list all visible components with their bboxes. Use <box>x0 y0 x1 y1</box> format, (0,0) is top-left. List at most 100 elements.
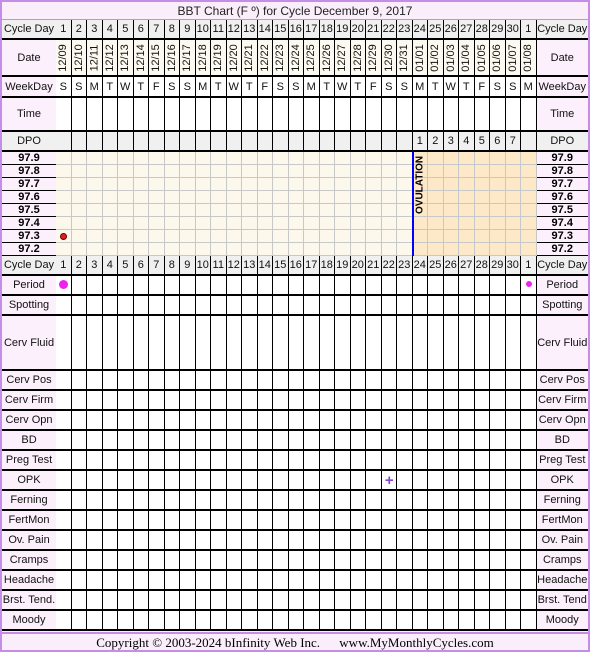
cerv-pos-cell[interactable] <box>335 371 351 391</box>
temp-grid-cell[interactable] <box>273 152 289 165</box>
temp-grid-cell[interactable] <box>211 243 227 256</box>
temp-grid-cell[interactable] <box>366 178 382 191</box>
cerv-opn-cell[interactable] <box>335 411 351 431</box>
temp-grid-cell[interactable] <box>288 152 304 165</box>
temp-grid-cell[interactable] <box>459 152 475 165</box>
time-cell[interactable] <box>459 98 475 132</box>
time-cell[interactable] <box>242 98 258 132</box>
ov-pain-cell[interactable] <box>319 531 335 551</box>
preg-test-cell[interactable] <box>412 451 428 471</box>
bd-cell[interactable] <box>474 431 490 451</box>
temp-grid-cell[interactable] <box>319 217 335 230</box>
cramps-cell[interactable] <box>412 551 428 571</box>
temp-grid-cell[interactable] <box>226 165 242 178</box>
fertmon-cell[interactable] <box>521 511 537 531</box>
temp-grid-cell[interactable] <box>335 178 351 191</box>
cramps-cell[interactable] <box>164 551 180 571</box>
cerv-opn-cell[interactable] <box>71 411 87 431</box>
time-cell[interactable] <box>443 98 459 132</box>
temp-grid-cell[interactable] <box>180 191 196 204</box>
temp-grid-cell[interactable] <box>505 178 521 191</box>
bd-cell[interactable] <box>226 431 242 451</box>
temp-grid-cell[interactable] <box>428 152 444 165</box>
spotting-cell[interactable] <box>180 296 196 316</box>
time-cell[interactable] <box>118 98 134 132</box>
cerv-opn-cell[interactable] <box>257 411 273 431</box>
cerv-firm-cell[interactable] <box>195 391 211 411</box>
temp-grid-cell[interactable] <box>118 152 134 165</box>
moody-cell[interactable] <box>350 611 366 631</box>
cerv-opn-cell[interactable] <box>381 411 397 431</box>
headache-cell[interactable] <box>164 571 180 591</box>
preg-test-cell[interactable] <box>505 451 521 471</box>
spotting-cell[interactable] <box>521 296 537 316</box>
temp-grid-cell[interactable] <box>164 243 180 256</box>
time-cell[interactable] <box>71 98 87 132</box>
cerv-opn-cell[interactable] <box>242 411 258 431</box>
headache-cell[interactable] <box>412 571 428 591</box>
cerv-fluid-cell[interactable] <box>195 316 211 371</box>
opk-cell[interactable] <box>443 471 459 491</box>
temp-grid-cell[interactable] <box>521 243 537 256</box>
cerv-fluid-cell[interactable] <box>459 316 475 371</box>
temp-grid-cell[interactable] <box>381 204 397 217</box>
brst-tend-cell[interactable] <box>505 591 521 611</box>
opk-cell[interactable] <box>304 471 320 491</box>
period-cell[interactable] <box>288 276 304 296</box>
bd-cell[interactable] <box>195 431 211 451</box>
headache-cell[interactable] <box>335 571 351 591</box>
cerv-fluid-cell[interactable] <box>164 316 180 371</box>
cerv-pos-cell[interactable] <box>304 371 320 391</box>
brst-tend-cell[interactable] <box>118 591 134 611</box>
ferning-cell[interactable] <box>273 491 289 511</box>
time-cell[interactable] <box>273 98 289 132</box>
temp-grid-cell[interactable] <box>180 217 196 230</box>
headache-cell[interactable] <box>505 571 521 591</box>
fertmon-cell[interactable] <box>474 511 490 531</box>
fertmon-cell[interactable] <box>397 511 413 531</box>
temp-grid-cell[interactable] <box>366 217 382 230</box>
temp-grid-cell[interactable] <box>350 230 366 243</box>
moody-cell[interactable] <box>273 611 289 631</box>
spotting-cell[interactable] <box>474 296 490 316</box>
temp-grid-cell[interactable] <box>226 178 242 191</box>
temp-grid-cell[interactable] <box>366 165 382 178</box>
opk-cell[interactable] <box>226 471 242 491</box>
bd-cell[interactable] <box>102 431 118 451</box>
temp-grid-cell[interactable] <box>443 152 459 165</box>
opk-cell[interactable] <box>459 471 475 491</box>
temp-grid-cell[interactable] <box>133 178 149 191</box>
cramps-cell[interactable] <box>257 551 273 571</box>
cerv-opn-cell[interactable] <box>412 411 428 431</box>
headache-cell[interactable] <box>288 571 304 591</box>
cerv-pos-cell[interactable] <box>490 371 506 391</box>
temp-grid-cell[interactable] <box>226 204 242 217</box>
spotting-cell[interactable] <box>164 296 180 316</box>
cerv-pos-cell[interactable] <box>319 371 335 391</box>
time-cell[interactable] <box>87 98 103 132</box>
ferning-cell[interactable] <box>459 491 475 511</box>
cerv-fluid-cell[interactable] <box>242 316 258 371</box>
temp-grid-cell[interactable] <box>443 204 459 217</box>
temp-grid-cell[interactable] <box>288 165 304 178</box>
temp-grid-cell[interactable] <box>490 243 506 256</box>
temp-grid-cell[interactable] <box>459 191 475 204</box>
period-cell[interactable] <box>443 276 459 296</box>
bd-cell[interactable] <box>521 431 537 451</box>
temp-grid-cell[interactable] <box>428 204 444 217</box>
fertmon-cell[interactable] <box>133 511 149 531</box>
spotting-cell[interactable] <box>133 296 149 316</box>
preg-test-cell[interactable] <box>133 451 149 471</box>
temp-grid-cell[interactable] <box>87 191 103 204</box>
temp-grid-cell[interactable] <box>397 230 413 243</box>
cerv-fluid-cell[interactable] <box>428 316 444 371</box>
ov-pain-cell[interactable] <box>443 531 459 551</box>
temp-grid-cell[interactable] <box>226 230 242 243</box>
ferning-cell[interactable] <box>56 491 72 511</box>
temp-grid-cell[interactable] <box>490 191 506 204</box>
temp-grid-cell[interactable] <box>226 243 242 256</box>
preg-test-cell[interactable] <box>226 451 242 471</box>
temp-grid-cell[interactable] <box>211 178 227 191</box>
ferning-cell[interactable] <box>474 491 490 511</box>
temp-grid-cell[interactable] <box>164 217 180 230</box>
